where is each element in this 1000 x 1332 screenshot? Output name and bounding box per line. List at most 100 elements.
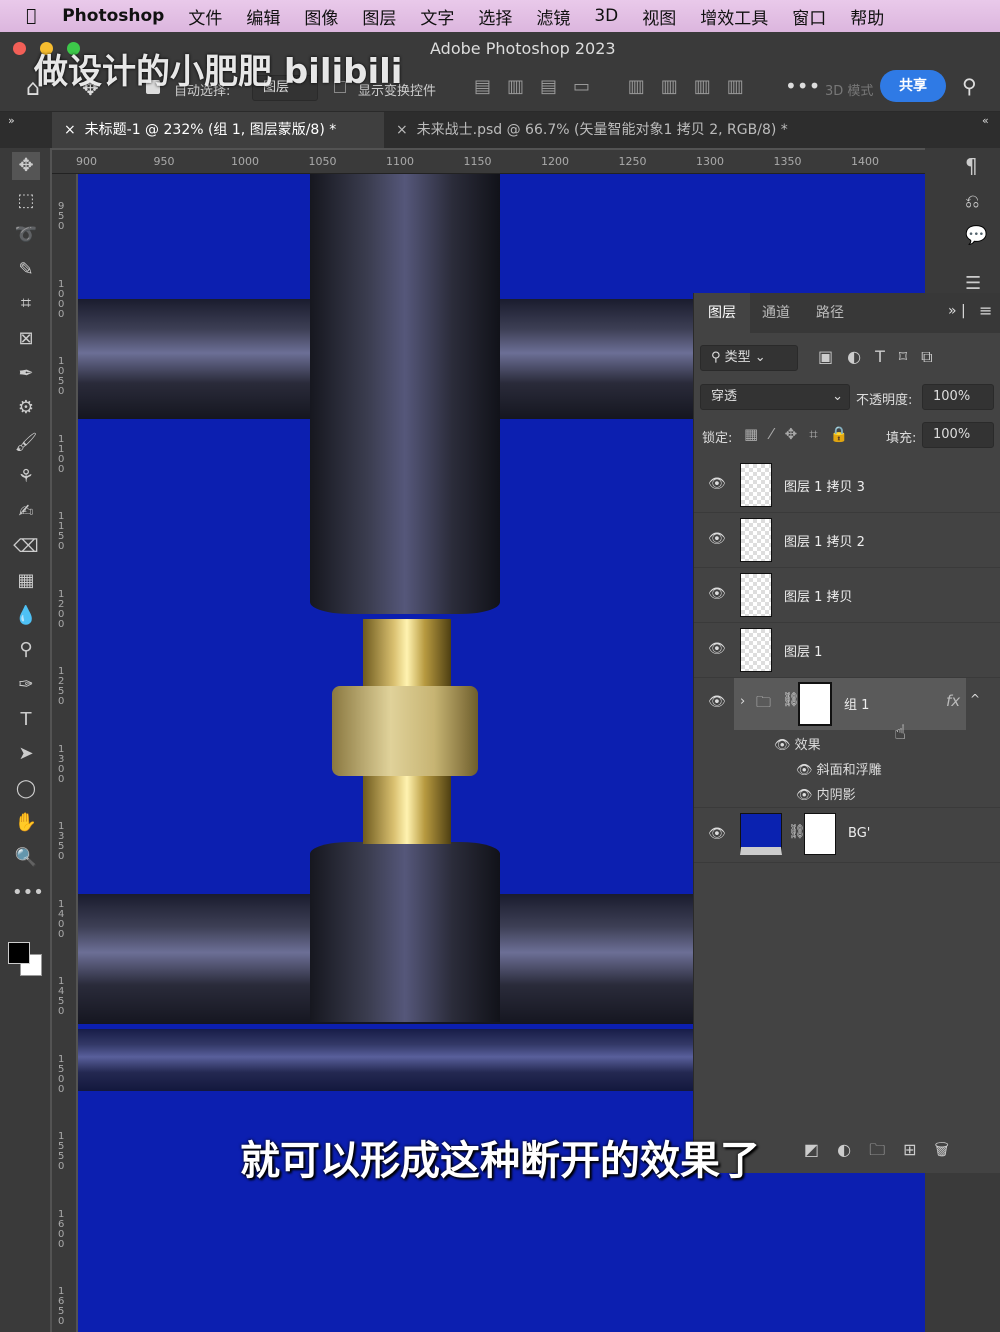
effect-inner-shadow[interactable]: 👁 内阴影 [796,784,856,803]
eye-icon[interactable]: 👁 [708,531,726,547]
patch-tool-icon[interactable]: ⚙ [12,394,40,422]
share-button[interactable]: 共享 [880,70,946,102]
layer-thumbnail [740,463,772,507]
layer-row-bg[interactable]: 👁 ⛓ BG' [694,808,1000,863]
ruler-tick-label: 1050 [58,356,65,397]
ruler-tick-label: 1200 [541,155,569,168]
ruler-tick-label: 1050 [308,155,337,168]
dodge-tool-icon[interactable]: ⚲ [12,636,40,664]
expand-panel-icon[interactable]: » [8,114,15,127]
ruler-tick-label: 1350 [58,821,65,862]
panel-expand-icon[interactable]: » | [948,303,966,319]
tab-channels[interactable]: 通道 [748,293,804,333]
effect-label: 内阴影 [816,788,856,803]
expand-chevron-icon[interactable]: › [740,694,745,709]
zoom-tool-icon[interactable]: 🔍 [12,844,40,872]
eyedropper-icon[interactable]: ✒ [12,360,40,388]
collapse-effects-icon[interactable]: ^ [970,692,980,706]
marquee-tool-icon[interactable]: ⬚ [12,187,40,215]
menu-app[interactable]: Photoshop [62,6,164,26]
stamp-tool-icon[interactable]: ⚘ [12,463,40,491]
panel-tab-bar: 图层 通道 路径 » | ≡ [694,293,1000,333]
menu-item[interactable]: 图层 [362,4,396,29]
ruler-tick-label: 1650 [58,1286,65,1327]
hand-tool-icon[interactable]: ✋ [12,809,40,837]
lock-icons[interactable]: ▦⁄✥⌗🔒 [744,425,860,443]
pen-tool-icon[interactable]: ✑ [12,671,40,699]
close-window-button[interactable] [13,42,26,55]
ruler-tick-label: 1500 [58,1053,65,1095]
menu-item[interactable]: 窗口 [792,4,826,29]
filter-label: 类型 [724,350,751,365]
paragraph-icon[interactable]: ¶ [965,148,978,184]
align-icons[interactable]: ▤▥▤▭ ▥▥▥▥ [474,76,760,97]
eye-icon[interactable]: 👁 [708,826,726,842]
filter-type-dropdown[interactable]: ⚲ 类型 ⌄ [700,345,798,371]
3d-mode-label[interactable]: 3D 模式 [825,80,873,99]
ruler-tick-label: 1150 [58,511,65,552]
quick-select-icon[interactable]: ✎ [12,256,40,284]
close-tab-icon[interactable]: × [396,122,417,138]
type-tool-icon[interactable]: T [12,706,40,734]
eye-icon[interactable]: 👁 [708,586,726,602]
close-tab-icon[interactable]: × [64,122,85,138]
layer-row[interactable]: 👁 图层 1 [694,623,1000,678]
menu-item[interactable]: 选择 [478,4,512,29]
ellipse-tool-icon[interactable]: ◯ [12,775,40,803]
more-tools-icon[interactable]: ••• [12,879,44,907]
gradient-tool-icon[interactable]: ▦ [12,567,40,595]
menu-item[interactable]: 帮助 [850,4,884,29]
filter-icons[interactable]: ▣◐T⌑⧉ [818,347,947,367]
eye-icon[interactable]: 👁 [708,476,726,492]
foreground-color-swatch[interactable] [8,942,30,964]
menu-item[interactable]: 图像 [304,4,338,29]
menu-item[interactable]: 文字 [420,4,454,29]
fx-icon[interactable]: fx [946,692,960,710]
layer-row[interactable]: 👁 图层 1 拷贝 2 [694,513,1000,568]
eye-icon[interactable]: 👁 [796,788,817,803]
tab-layers[interactable]: 图层 [694,293,750,333]
apple-icon[interactable]:  [26,6,36,26]
layer-row[interactable]: 👁 图层 1 拷贝 3 [694,458,1000,513]
move-tool-icon[interactable]: ✥ [12,152,40,180]
menu-item[interactable]: 3D [594,6,618,26]
eye-icon[interactable]: 👁 [708,641,726,657]
search-icon[interactable]: ⚲ [962,74,977,98]
layer-row[interactable]: 👁 图层 1 拷贝 [694,568,1000,623]
ruler-tick-label: 1300 [58,743,65,785]
history-brush-icon[interactable]: ✍ [12,498,40,526]
menu-item[interactable]: 增效工具 [700,4,768,29]
menu-item[interactable]: 视图 [642,4,676,29]
menu-item[interactable]: 文件 [188,4,222,29]
menu-item[interactable]: 编辑 [246,4,280,29]
brush-tool-icon[interactable]: 🖌 [12,429,40,457]
effects-row[interactable]: 👁 效果 [774,734,821,753]
fill-input[interactable]: 100% [922,422,994,448]
more-icon[interactable]: ••• [785,74,820,98]
effect-bevel-emboss[interactable]: 👁 斜面和浮雕 [796,759,882,778]
ruler-tick-label: 1150 [463,155,492,168]
opacity-input[interactable]: 100% [922,384,994,410]
blend-mode-dropdown[interactable]: 穿透 ⌄ [700,384,850,410]
panel-menu-icon[interactable]: ≡ [979,301,992,320]
eye-icon[interactable]: 👁 [774,738,795,753]
lock-label: 锁定: [702,431,733,446]
history-icon[interactable]: ⎌ [965,184,979,220]
path-select-icon[interactable]: ➤ [12,740,40,768]
group-row[interactable]: 👁 › 🗀 ⛓ 组 1 fx ^ 👁 效果 👁 斜面和浮雕 👁 内阴影 ☝ [694,678,1000,808]
frame-tool-icon[interactable]: ⊠ [12,325,40,353]
blur-tool-icon[interactable]: 💧 [12,602,40,630]
comment-icon[interactable]: 💬 [965,218,987,254]
crop-tool-icon[interactable]: ⌗ [12,290,40,318]
eye-icon[interactable]: 👁 [796,763,817,778]
eraser-icon[interactable]: ⌫ [12,533,40,561]
tab-untitled[interactable]: × 未标题-1 @ 232% (组 1, 图层蒙版/8) * [52,112,384,148]
lasso-tool-icon[interactable]: ➰ [12,221,40,249]
eye-icon[interactable]: 👁 [708,694,726,710]
layer-mask-thumbnail[interactable] [798,682,832,726]
tab-future-soldier[interactable]: × 未来战士.psd @ 66.7% (矢量智能对象1 拷贝 2, RGB/8)… [384,112,844,148]
tab-paths[interactable]: 路径 [802,293,858,333]
collapse-panel-icon[interactable]: « [982,114,989,127]
layer-mask-thumbnail[interactable] [804,813,836,855]
menu-item[interactable]: 滤镜 [536,4,570,29]
